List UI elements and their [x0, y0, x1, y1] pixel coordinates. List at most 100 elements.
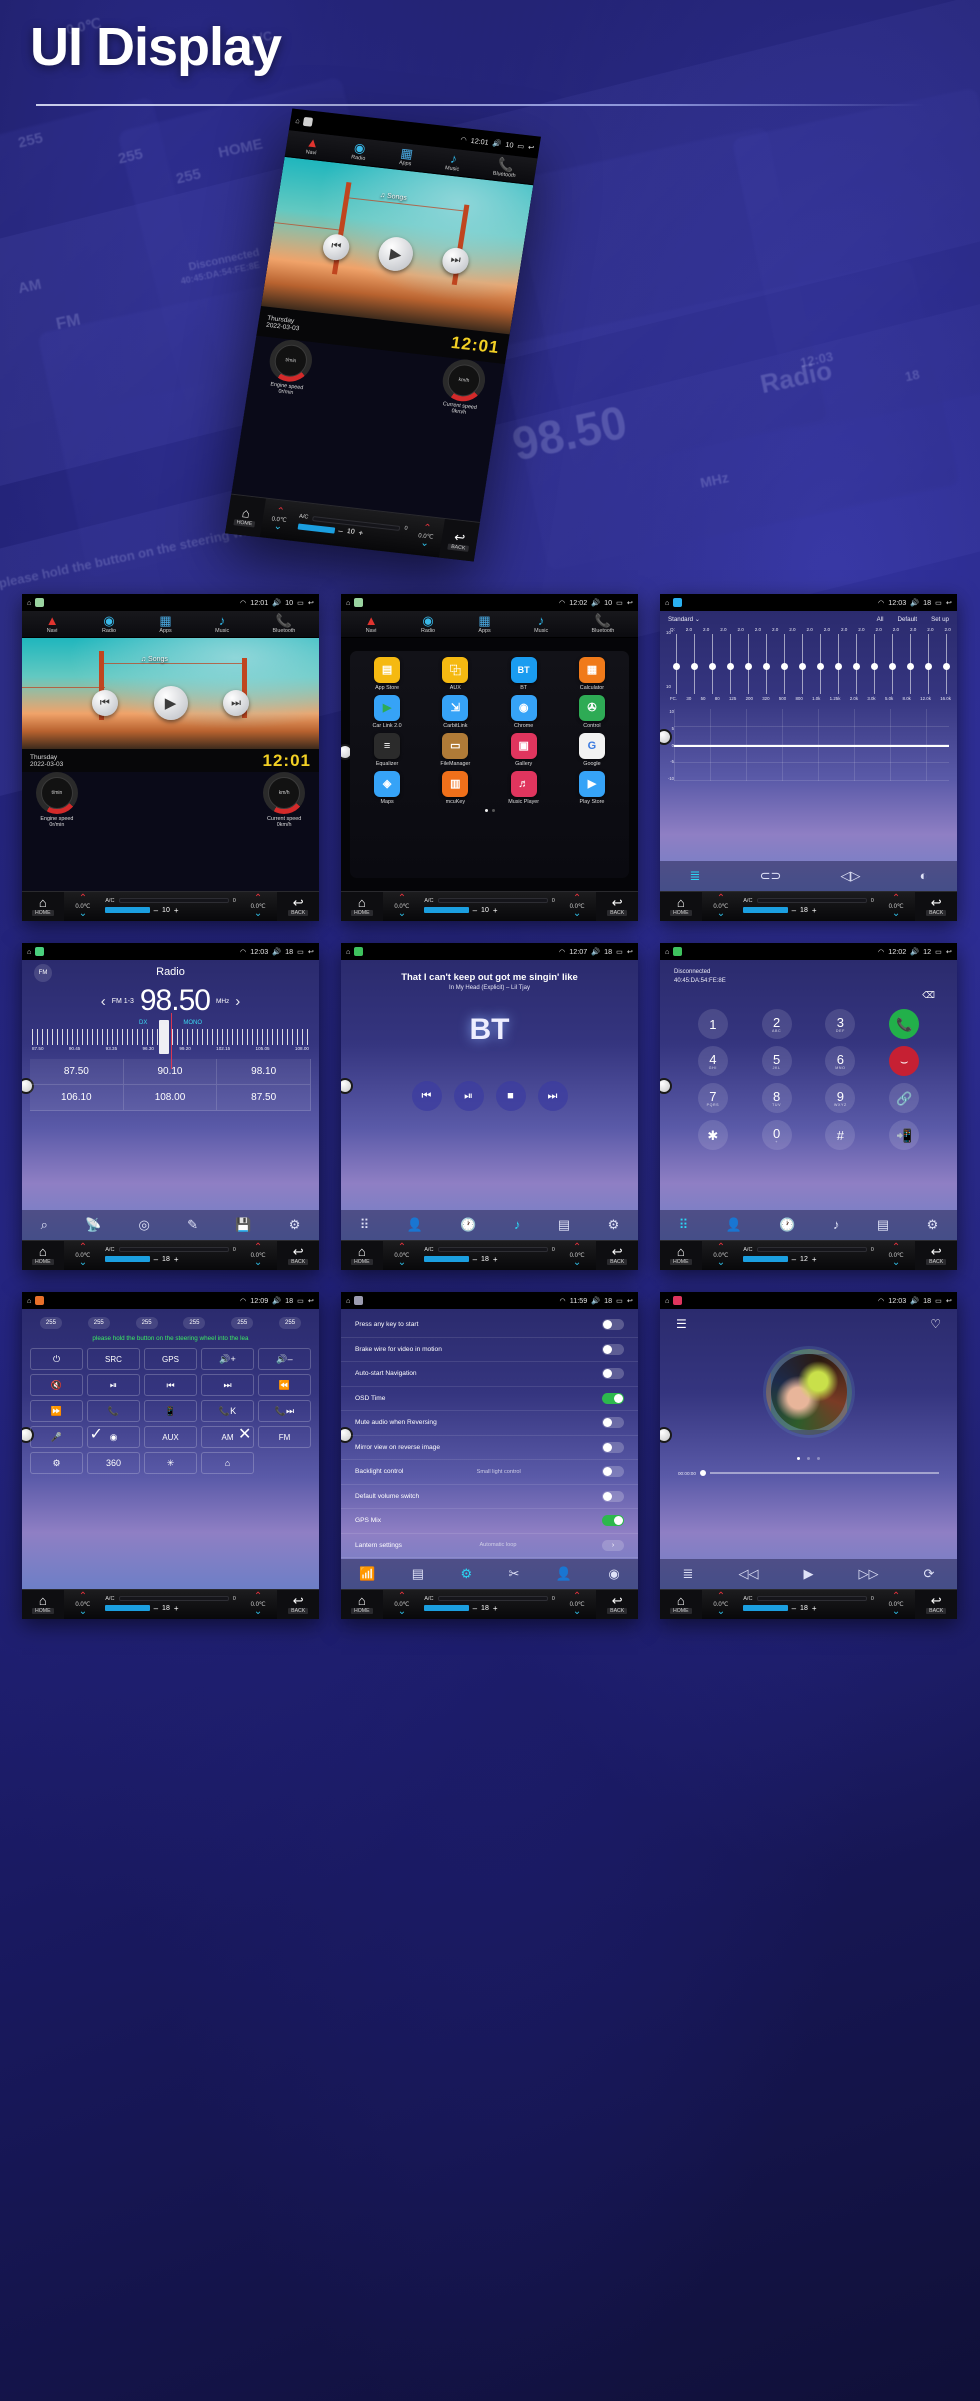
- back-button[interactable]: ↩ BACK: [596, 1589, 638, 1619]
- app-item[interactable]: ⿻ AUX: [422, 656, 488, 691]
- chevron-up-icon[interactable]: ⌃: [573, 1591, 581, 1601]
- app-item[interactable]: ▶ Play Store: [559, 770, 625, 805]
- chevron-down-icon[interactable]: ⌄: [717, 1257, 725, 1267]
- chevron-down-icon[interactable]: ⌄: [573, 1606, 581, 1616]
- band-slider[interactable]: [871, 634, 878, 694]
- page-dot[interactable]: [491, 808, 495, 812]
- antenna-icon[interactable]: 📡: [85, 1217, 101, 1233]
- dialpad-icon[interactable]: ⠿: [679, 1217, 689, 1233]
- stop-button[interactable]: ■: [495, 1081, 526, 1111]
- prev-station-button[interactable]: ‹: [101, 993, 106, 1010]
- stereo-icon[interactable]: ◎: [139, 1217, 150, 1233]
- thumbnail-dialpad-screen[interactable]: ⌂ ◠ 12:02 🔊 12 ▭ ↩ Disconnected 40:45:DA:…: [660, 943, 957, 1270]
- band-slider[interactable]: [691, 634, 698, 694]
- settings-row[interactable]: Default volume switch: [341, 1485, 638, 1509]
- left-temp-control[interactable]: ⌃ 0.0℃ ⌄: [702, 892, 741, 921]
- quickbar-item-music[interactable]: ♪ Music: [534, 614, 548, 635]
- chevron-up-icon[interactable]: ⌃: [254, 1591, 262, 1601]
- value-pill[interactable]: 255: [183, 1317, 206, 1329]
- preset-button[interactable]: 106.10: [30, 1085, 124, 1111]
- toggle-switch[interactable]: [602, 1392, 624, 1404]
- left-temp-control[interactable]: ⌃ 0.0℃ ⌄: [383, 1241, 422, 1270]
- page-dot[interactable]: [797, 1457, 800, 1460]
- android-home-icon[interactable]: ⌂: [665, 598, 669, 607]
- play-button[interactable]: ▶: [376, 235, 416, 273]
- back-arrow-icon[interactable]: ↩: [308, 947, 314, 956]
- recents-icon[interactable]: ▭: [616, 947, 623, 956]
- fan-direction-bar[interactable]: [756, 898, 867, 904]
- fan-increase-button[interactable]: +: [812, 1604, 817, 1613]
- chevron-down-icon[interactable]: ⌄: [717, 1606, 725, 1616]
- home-button[interactable]: ⌂ HOME: [660, 1589, 702, 1619]
- toggle-switch[interactable]: [602, 1368, 624, 1380]
- favorite-heart-icon[interactable]: ♡: [930, 1317, 941, 1331]
- dx-label[interactable]: DX: [139, 1020, 147, 1026]
- toggle-switch[interactable]: [602, 1441, 624, 1453]
- android-home-icon[interactable]: ⌂: [665, 947, 669, 956]
- back-arrow-icon[interactable]: ↩: [946, 598, 952, 607]
- back-arrow-icon[interactable]: ↩: [627, 947, 633, 956]
- dial-key[interactable]: 4 GHI: [697, 1046, 728, 1076]
- fan-increase-button[interactable]: +: [174, 1604, 179, 1613]
- dial-key[interactable]: 2 ABC: [761, 1009, 792, 1039]
- chevron-down-icon[interactable]: ⌄: [420, 538, 430, 550]
- back-button[interactable]: ↩ BACK: [915, 1240, 957, 1270]
- play-pause-button[interactable]: ⏯: [87, 1374, 140, 1396]
- quickbar-item-navi[interactable]: ▲ Navi: [46, 614, 59, 635]
- rewind-button[interactable]: ⏪: [258, 1374, 311, 1396]
- value-pill[interactable]: 255: [279, 1317, 302, 1329]
- thumbnail-radio-screen[interactable]: ⌂ ◠ 12:03 🔊 18 ▭ ↩ FM Radio ‹ FM 1-3 98.…: [22, 943, 319, 1270]
- chevron-up-icon[interactable]: ⌃: [717, 893, 725, 903]
- thumbnail-music-player-screen[interactable]: ⌂ ◠ 12:03 🔊 18 ▭ ↩ ☰ ♡ 00:00:00 ≣ ◁◁ ▶ ▷…: [660, 1292, 957, 1619]
- recents-icon[interactable]: ▭: [616, 1296, 623, 1305]
- settings-row[interactable]: GPS Mix: [341, 1509, 638, 1534]
- value-pill[interactable]: 255: [39, 1317, 62, 1329]
- gps-button[interactable]: GPS: [144, 1348, 197, 1370]
- left-temp-control[interactable]: ⌃ 0.0℃ ⌄: [64, 1241, 103, 1270]
- thumbnail-equalizer-screen[interactable]: ⌂ ◠ 12:03 🔊 18 ▭ ↩ Standard ⌄ All Default: [660, 594, 957, 921]
- chevron-down-icon[interactable]: ⌄: [79, 908, 87, 918]
- preset-button[interactable]: 87.50: [217, 1085, 311, 1111]
- settings-row[interactable]: Mirror view on reverse image: [341, 1436, 638, 1460]
- back-arrow-icon[interactable]: ↩: [308, 598, 314, 607]
- fan-increase-button[interactable]: +: [493, 1255, 498, 1264]
- android-home-icon[interactable]: ⌂: [665, 1296, 669, 1305]
- app-item[interactable]: ▥ mcuKey: [422, 770, 488, 805]
- dial-key[interactable]: 9 WXYZ: [825, 1083, 856, 1113]
- back-arrow-icon[interactable]: ↩: [946, 947, 952, 956]
- fan-decrease-button[interactable]: –: [792, 906, 796, 915]
- settings-row[interactable]: Lantern settings Automatic loop ›: [341, 1534, 638, 1558]
- fan-increase-button[interactable]: +: [493, 1604, 498, 1613]
- left-temp-control[interactable]: ⌃ 0.0℃ ⌄: [383, 892, 422, 921]
- recents-icon[interactable]: ▭: [616, 598, 623, 607]
- tab-balance-icon[interactable]: ◁▷: [840, 868, 860, 884]
- call-button[interactable]: 📞: [889, 1009, 920, 1039]
- previous-track-button[interactable]: ⏮: [91, 690, 118, 717]
- contacts-icon[interactable]: 👤: [726, 1217, 742, 1233]
- tools-icon[interactable]: ✂: [509, 1566, 520, 1582]
- call-switch-button[interactable]: 📞⏭: [258, 1400, 311, 1422]
- tuning-scale[interactable]: [32, 1013, 309, 1069]
- settings-button[interactable]: ⚙: [30, 1452, 83, 1474]
- left-temp-control[interactable]: ⌃ 0.0℃ ⌄: [64, 1590, 103, 1619]
- quickbar-item-radio[interactable]: ◉ Radio: [351, 140, 368, 163]
- quickbar-item-music[interactable]: ♪ Music: [215, 614, 229, 635]
- android-home-icon[interactable]: ⌂: [27, 598, 31, 607]
- right-temp-control[interactable]: ⌃ 0.0℃ ⌄: [558, 1241, 597, 1270]
- edit-icon[interactable]: ✎: [187, 1217, 198, 1233]
- gear-icon[interactable]: ⚙: [927, 1217, 939, 1233]
- recents-icon[interactable]: ▭: [935, 1296, 942, 1305]
- chevron-up-icon[interactable]: ⌃: [717, 1591, 725, 1601]
- app-item[interactable]: BT BT: [491, 656, 557, 691]
- fan-decrease-button[interactable]: –: [338, 526, 344, 535]
- band-slider[interactable]: [817, 634, 824, 694]
- equalizer-icon[interactable]: ≣: [683, 1566, 694, 1582]
- chevron-down-icon[interactable]: ⌄: [892, 1606, 900, 1616]
- band-slider[interactable]: [745, 634, 752, 694]
- app-item[interactable]: ▤ App Store: [354, 656, 420, 691]
- page-dot[interactable]: [484, 808, 488, 812]
- fan-decrease-button[interactable]: –: [154, 906, 158, 915]
- factory-icon[interactable]: ◉: [608, 1566, 619, 1582]
- next-track-button[interactable]: ⏭: [440, 246, 471, 276]
- home-button[interactable]: ⌂ HOME: [660, 1240, 702, 1270]
